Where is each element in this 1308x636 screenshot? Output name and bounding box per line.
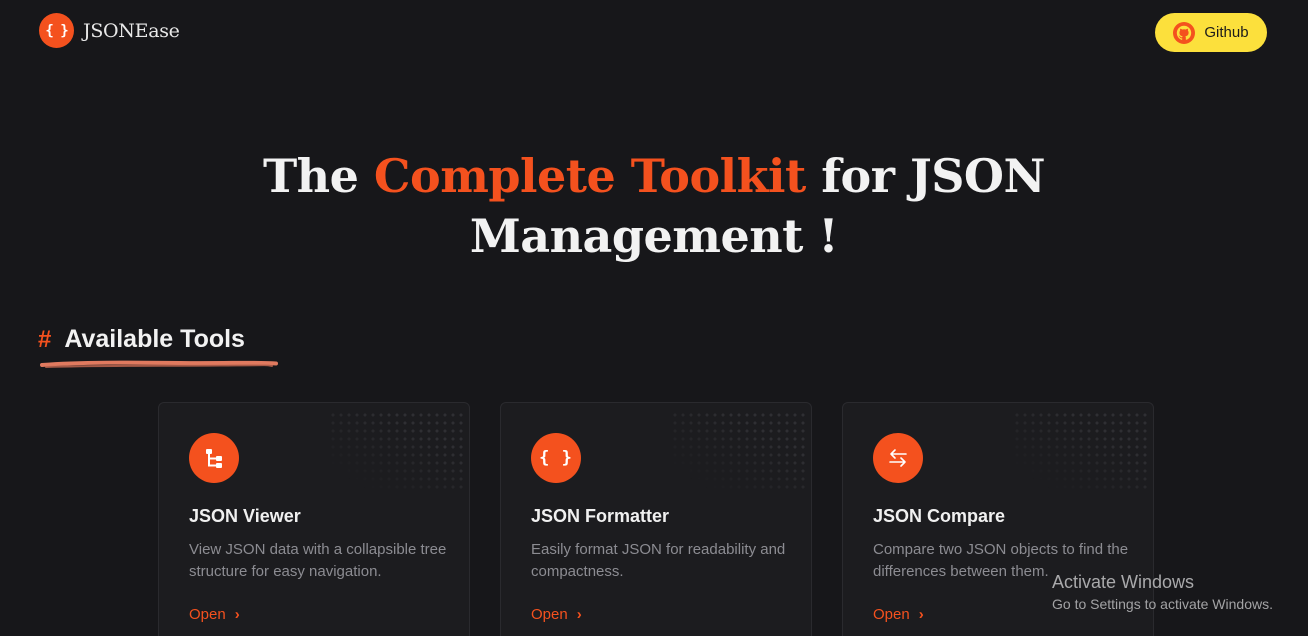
compare-arrows-icon [873, 433, 923, 483]
page: { } JSONEase Github The Complete Toolkit… [0, 0, 1308, 636]
dot-pattern-decoration [1013, 411, 1147, 491]
card-description: Easily format JSON for readability and c… [531, 541, 786, 580]
hero-text-line2: Management ! [469, 209, 839, 263]
open-link-label: Open [189, 606, 226, 623]
card-title: JSON Formatter [531, 506, 670, 526]
section-hash: # [38, 325, 52, 353]
section-title: Available Tools [64, 325, 245, 353]
activate-windows-watermark: Activate Windows Go to Settings to activ… [1052, 571, 1273, 615]
tree-structure-icon [189, 433, 239, 483]
chevron-right-icon: › [576, 606, 582, 623]
open-link-json-viewer[interactable]: Open › [189, 606, 240, 623]
card-title: JSON Compare [873, 506, 1006, 526]
braces-icon-glyph: { } [539, 448, 573, 468]
hero-text-2: for JSON [805, 149, 1046, 203]
hero-text-1: The [262, 149, 374, 203]
card-title: JSON Viewer [189, 506, 301, 526]
dot-pattern-decoration [329, 411, 463, 491]
section-heading: # Available Tools [38, 325, 245, 354]
watermark-title: Activate Windows [1052, 572, 1195, 592]
card-description: View JSON data with a collapsible tree s… [189, 541, 447, 580]
tool-card-json-formatter[interactable]: { } JSON Formatter Easily format JSON fo… [500, 402, 812, 636]
open-link-json-compare[interactable]: Open › [873, 606, 924, 623]
open-link-label: Open [531, 606, 568, 623]
tool-card-json-viewer[interactable]: JSON Viewer View JSON data with a collap… [158, 402, 470, 636]
watermark-subtitle: Go to Settings to activate Windows. [1052, 596, 1273, 612]
dot-pattern-decoration [671, 411, 805, 491]
logo-braces-icon: { } [39, 13, 74, 48]
logo-text: JSONEase [83, 19, 180, 42]
braces-icon: { } [531, 433, 581, 483]
hero-accent-text: Complete Toolkit [373, 149, 806, 203]
open-link-json-formatter[interactable]: Open › [531, 606, 582, 623]
github-button-label: Github [1204, 24, 1249, 41]
hero-heading: The Complete Toolkit for JSON Management… [0, 146, 1308, 266]
brush-underline-decoration [40, 360, 278, 368]
github-button[interactable]: Github [1155, 13, 1267, 52]
logo-link[interactable]: { } JSONEase [39, 13, 180, 48]
chevron-right-icon: › [918, 606, 924, 623]
chevron-right-icon: › [234, 606, 240, 623]
github-icon [1173, 21, 1196, 44]
open-link-label: Open [873, 606, 910, 623]
